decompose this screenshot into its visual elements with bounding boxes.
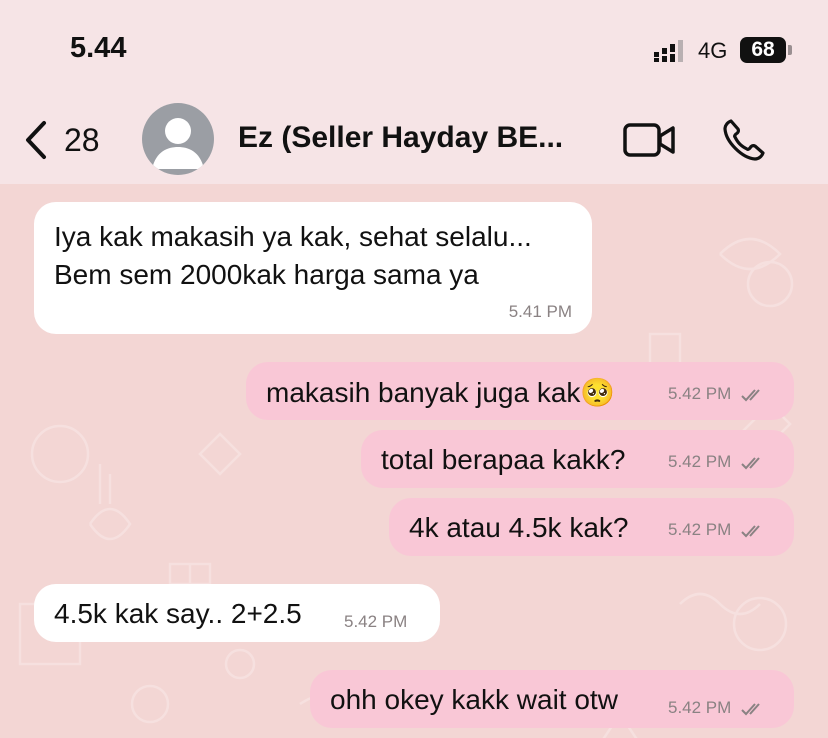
status-time: 5.44 <box>70 32 127 64</box>
read-ticks-icon <box>741 524 760 537</box>
message-text: 4k atau 4.5k kak? <box>409 512 629 543</box>
unread-count: 28 <box>64 121 100 158</box>
message-bubble-outgoing[interactable]: ohh okey kakk wait otw 5.42 PM <box>310 670 794 728</box>
message-text: Iya kak makasih ya kak, sehat selalu... <box>54 221 532 252</box>
message-bubble-outgoing[interactable]: 4k atau 4.5k kak? 5.42 PM <box>389 498 794 556</box>
message-bubble-outgoing[interactable]: total berapaa kakk? 5.42 PM <box>361 430 794 488</box>
message-text: ohh okey kakk wait otw <box>330 684 618 715</box>
message-bubble-incoming[interactable]: 4.5k kak say.. 2+2.5 5.42 PM <box>34 584 440 642</box>
default-avatar-icon <box>152 118 204 169</box>
signal-bars-icon <box>654 40 683 62</box>
network-type: 4G <box>698 38 728 63</box>
message-time: 5.42 PM <box>668 698 732 717</box>
message-bubble-incoming[interactable]: Iya kak makasih ya kak, sehat selalu... … <box>34 202 592 334</box>
contact-avatar[interactable] <box>142 103 214 175</box>
back-button[interactable]: 28 <box>24 118 124 162</box>
message-text: Bem sem 2000kak harga sama ya <box>54 259 479 290</box>
back-chevron-icon <box>26 121 46 159</box>
message-time: 5.41 PM <box>508 302 572 321</box>
video-call-icon[interactable] <box>622 120 676 160</box>
chat-header: 5.44 4G 68 28 Ez (Seller Hayday BE... <box>0 0 828 184</box>
chat-area[interactable]: Iya kak makasih ya kak, sehat selalu... … <box>0 184 828 738</box>
contact-name[interactable]: Ez (Seller Hayday BE... <box>238 121 588 155</box>
message-text: makasih banyak juga kak🥺 <box>266 377 616 408</box>
read-ticks-icon <box>741 456 760 469</box>
phone-call-icon[interactable] <box>722 118 766 162</box>
message-time: 5.42 PM <box>344 612 408 631</box>
battery-indicator: 68 <box>740 37 786 63</box>
read-ticks-icon <box>741 702 760 715</box>
message-text: total berapaa kakk? <box>381 444 626 475</box>
message-time: 5.42 PM <box>668 520 732 539</box>
battery-tip <box>788 45 792 55</box>
message-time: 5.42 PM <box>668 384 732 403</box>
message-text: 4.5k kak say.. 2+2.5 <box>54 598 302 629</box>
message-bubble-outgoing[interactable]: makasih banyak juga kak🥺 5.42 PM <box>246 362 794 420</box>
message-time: 5.42 PM <box>668 452 732 471</box>
read-ticks-icon <box>741 388 760 401</box>
